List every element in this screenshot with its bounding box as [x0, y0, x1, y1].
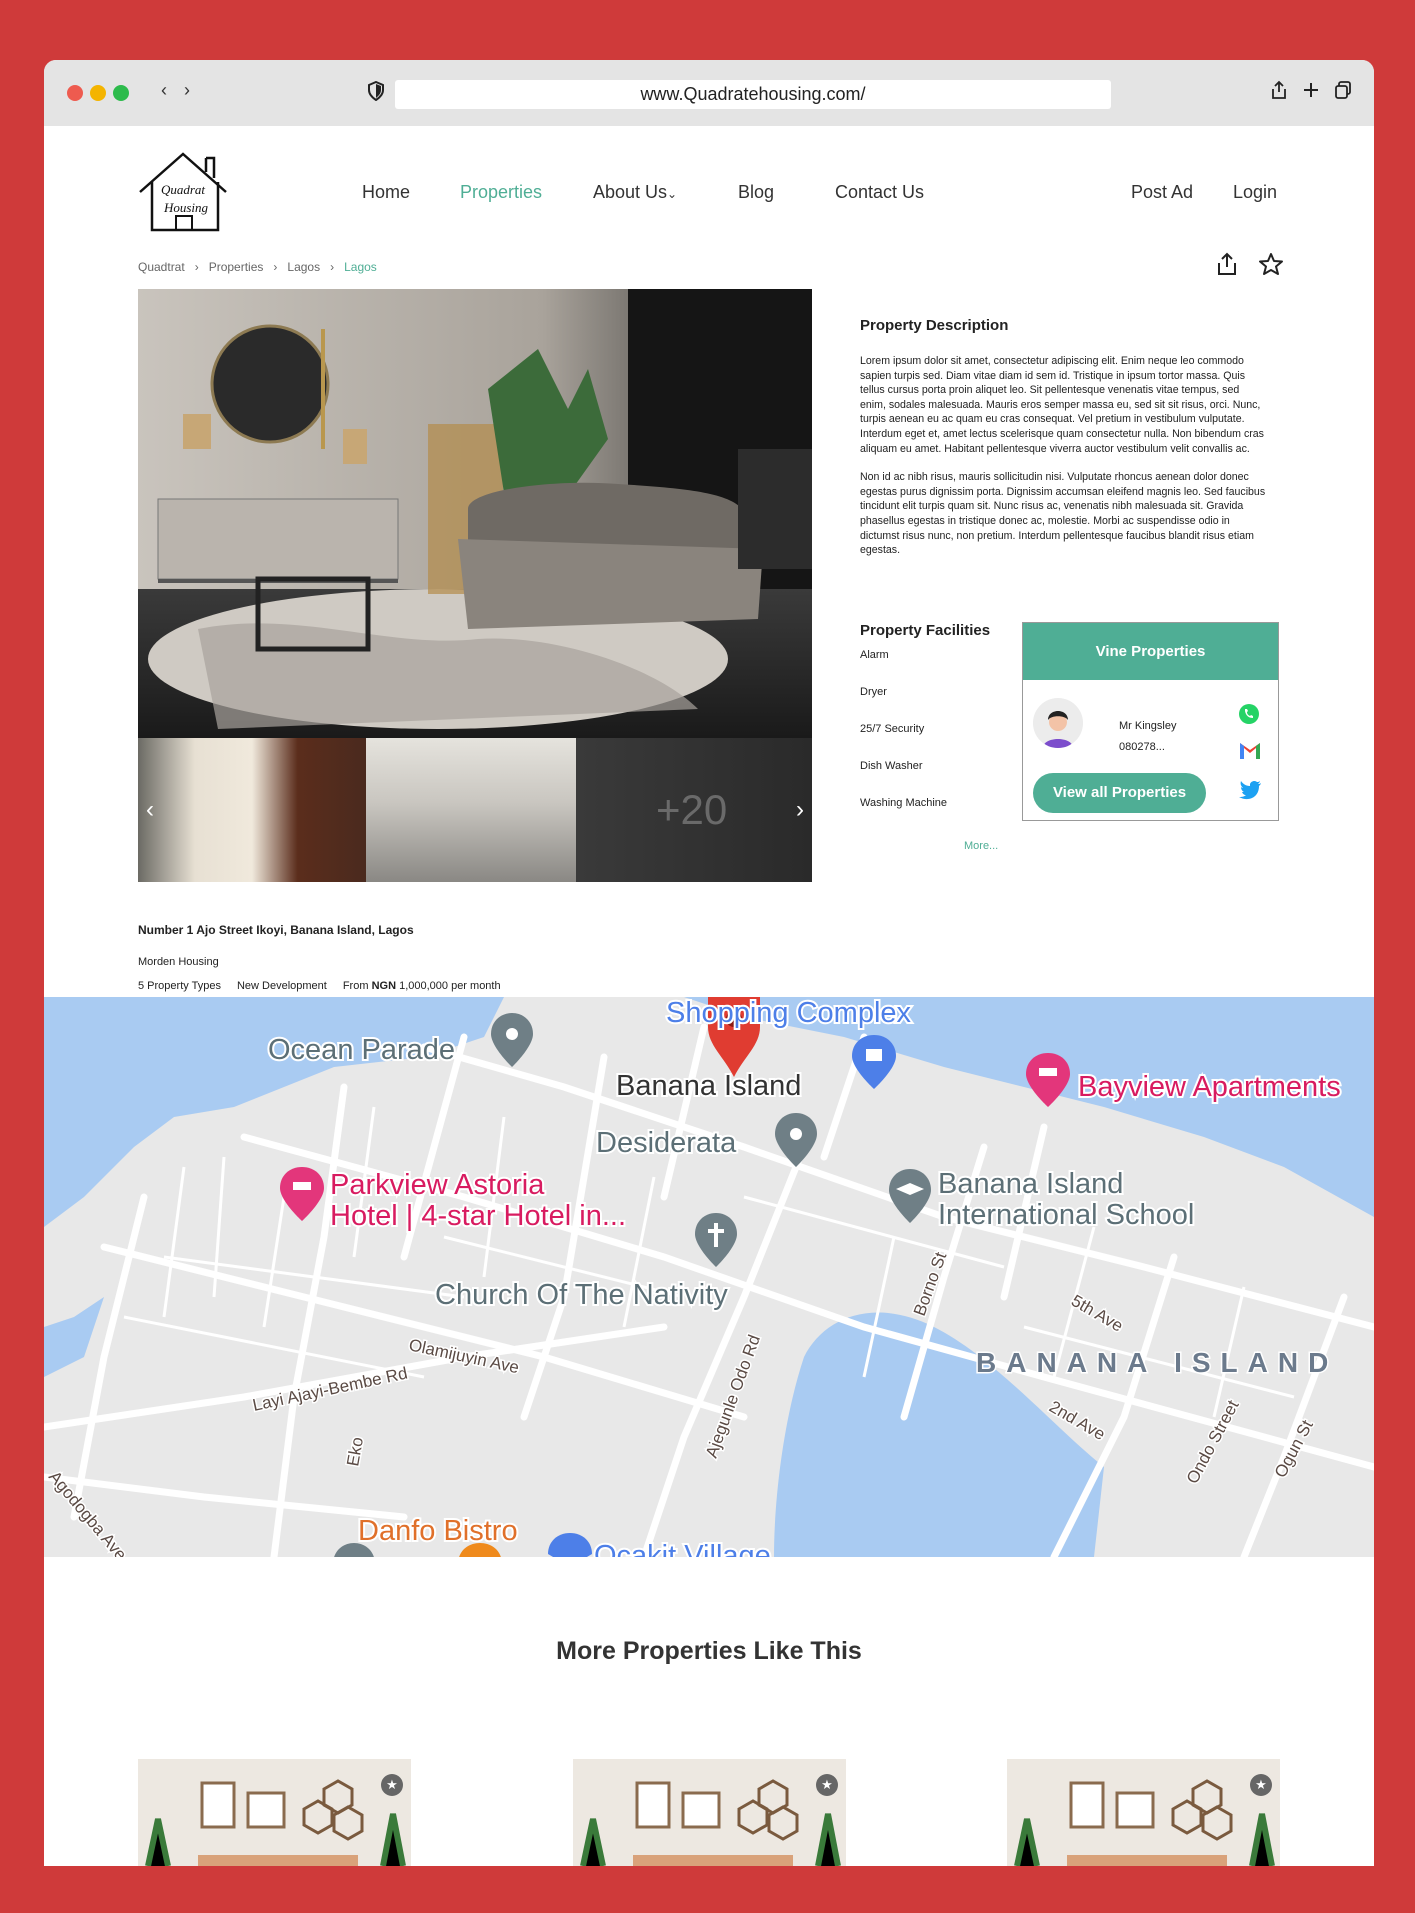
price-value: 1,000,000 per month: [399, 980, 501, 992]
property-card[interactable]: ★: [1007, 1759, 1280, 1866]
share-icon[interactable]: [1270, 80, 1288, 100]
property-price: From NGN 1,000,000 per month: [343, 980, 501, 992]
agent-card: Vine Properties Mr Kingsley 080278... Vi…: [1022, 622, 1279, 821]
minimize-window-button[interactable]: [90, 85, 106, 101]
map-label-danfo: Danfo Bistro: [358, 1515, 518, 1547]
nav-about-label: About Us: [593, 182, 668, 202]
breadcrumb-item[interactable]: Properties: [209, 260, 264, 274]
gallery-prev-icon[interactable]: ‹: [146, 796, 154, 824]
map-label-desiderata: Desiderata: [596, 1127, 737, 1159]
view-all-properties-button[interactable]: View all Properties: [1033, 773, 1206, 813]
url-bar[interactable]: www.Quadratehousing.com/: [395, 80, 1111, 109]
thumbnail-kitchen[interactable]: [366, 738, 576, 882]
whatsapp-icon[interactable]: [1238, 703, 1260, 725]
map-label-school1: Banana Island: [938, 1168, 1123, 1200]
facility-item: Dryer: [860, 686, 887, 698]
site-logo[interactable]: Quadrat Housing: [136, 150, 230, 232]
facility-item: 25/7 Security: [860, 723, 925, 735]
breadcrumb-item[interactable]: Quadtrat: [138, 260, 185, 274]
card-favorite-star-icon[interactable]: ★: [1250, 1774, 1272, 1796]
twitter-icon[interactable]: [1238, 779, 1262, 801]
gallery-next-icon[interactable]: ›: [796, 796, 804, 824]
tabs-overview-icon[interactable]: [1334, 80, 1352, 100]
logo-line1: Quadrat: [161, 182, 205, 197]
breadcrumb-item[interactable]: Lagos: [287, 260, 320, 274]
browser-chrome: ‹ › www.Quadratehousing.com/: [44, 60, 1374, 126]
browser-window: ‹ › www.Quadratehousing.com/ Quadrat Hou…: [44, 60, 1374, 1866]
agent-phone[interactable]: 080278...: [1119, 741, 1165, 753]
chevron-down-icon: ⌄: [667, 187, 678, 201]
nav-about[interactable]: About Us⌄: [593, 182, 677, 203]
avatar: [1033, 698, 1083, 748]
map-label-school2: International School: [938, 1199, 1194, 1231]
property-types: 5 Property Types: [138, 980, 221, 992]
login-link[interactable]: Login: [1233, 182, 1277, 203]
nav-blog[interactable]: Blog: [738, 182, 774, 203]
facility-item: Washing Machine: [860, 797, 948, 809]
back-forward-arrows-icon[interactable]: ‹ ›: [161, 80, 196, 101]
card-favorite-star-icon[interactable]: ★: [381, 1774, 403, 1796]
chevron-right-icon: ›: [330, 260, 335, 274]
map-label-ocakit: Ocakit Village: [594, 1540, 771, 1557]
agent-name: Mr Kingsley: [1119, 720, 1177, 732]
shield-icon: [368, 81, 384, 101]
post-ad-link[interactable]: Post Ad: [1131, 182, 1193, 203]
description-para1: Lorem ipsum dolor sit amet, consectetur …: [860, 355, 1264, 455]
price-currency: NGN: [371, 980, 397, 992]
property-address: Number 1 Ajo Street Ikoyi, Banana Island…: [138, 923, 414, 937]
thumbnail-strip: +20 ‹ ›: [138, 738, 812, 882]
property-description: Property Description Lorem ipsum dolor s…: [860, 317, 1266, 572]
facility-item: Dish Washer: [860, 760, 923, 772]
share-icon[interactable]: [1216, 252, 1238, 276]
property-status: New Development: [236, 980, 327, 992]
property-card[interactable]: ★: [138, 1759, 411, 1866]
description-para2: Non id ac nibh risus, mauris sollicitudi…: [860, 471, 1266, 557]
new-tab-icon[interactable]: [1302, 80, 1320, 100]
gmail-icon[interactable]: [1238, 739, 1262, 761]
close-window-button[interactable]: [67, 85, 83, 101]
property-card[interactable]: ★: [573, 1759, 846, 1866]
property-meta: 5 Property Types New Development From NG…: [138, 980, 501, 992]
property-category: Morden Housing: [138, 956, 219, 968]
map-label-church: Church Of The Nativity: [435, 1279, 728, 1311]
logo-line2: Housing: [163, 200, 209, 215]
location-map[interactable]: Ocean Parade Shopping Complex Banana Isl…: [44, 997, 1374, 1557]
main-property-photo[interactable]: [138, 289, 812, 738]
property-facilities: Property Facilities Alarm Dryer 25/7 Sec…: [860, 622, 990, 834]
facilities-title: Property Facilities: [860, 622, 991, 639]
map-label-area: BANANA ISLAND: [976, 1347, 1338, 1378]
thumbnail-more[interactable]: +20: [576, 738, 812, 882]
map-label-banana-island: Banana Island: [616, 1070, 801, 1102]
thumbnail-bedroom[interactable]: [138, 738, 366, 882]
nav-home[interactable]: Home: [362, 182, 410, 203]
site-header: Quadrat Housing Home Properties About Us…: [44, 150, 1374, 250]
nav-properties[interactable]: Properties: [460, 182, 542, 203]
price-prefix: From: [342, 980, 369, 992]
agent-company: Vine Properties: [1023, 623, 1278, 680]
facilities-more-link[interactable]: More...: [964, 840, 998, 852]
card-favorite-star-icon[interactable]: ★: [816, 1774, 838, 1796]
nav-contact[interactable]: Contact Us: [835, 182, 924, 203]
facility-item: Alarm: [860, 649, 889, 661]
map-label-bayview: Bayview Apartments: [1078, 1071, 1341, 1103]
chevron-right-icon: ›: [194, 260, 199, 274]
breadcrumb-current: Lagos: [344, 260, 377, 274]
map-label-parkview2: Hotel | 4-star Hotel in...: [330, 1200, 626, 1232]
more-photos-count: +20: [656, 786, 728, 833]
map-label-ocean-parade: Ocean Parade: [268, 1034, 455, 1066]
favorite-star-icon[interactable]: [1258, 252, 1284, 276]
breadcrumb: Quadtrat › Properties › Lagos › Lagos: [138, 260, 377, 274]
map-label-shopping: Shopping Complex: [666, 997, 912, 1029]
chevron-right-icon: ›: [273, 260, 278, 274]
description-title: Property Description: [860, 317, 1009, 334]
more-properties-title: More Properties Like This: [556, 1637, 862, 1665]
map-label-parkview1: Parkview Astoria: [330, 1169, 545, 1201]
maximize-window-button[interactable]: [113, 85, 129, 101]
